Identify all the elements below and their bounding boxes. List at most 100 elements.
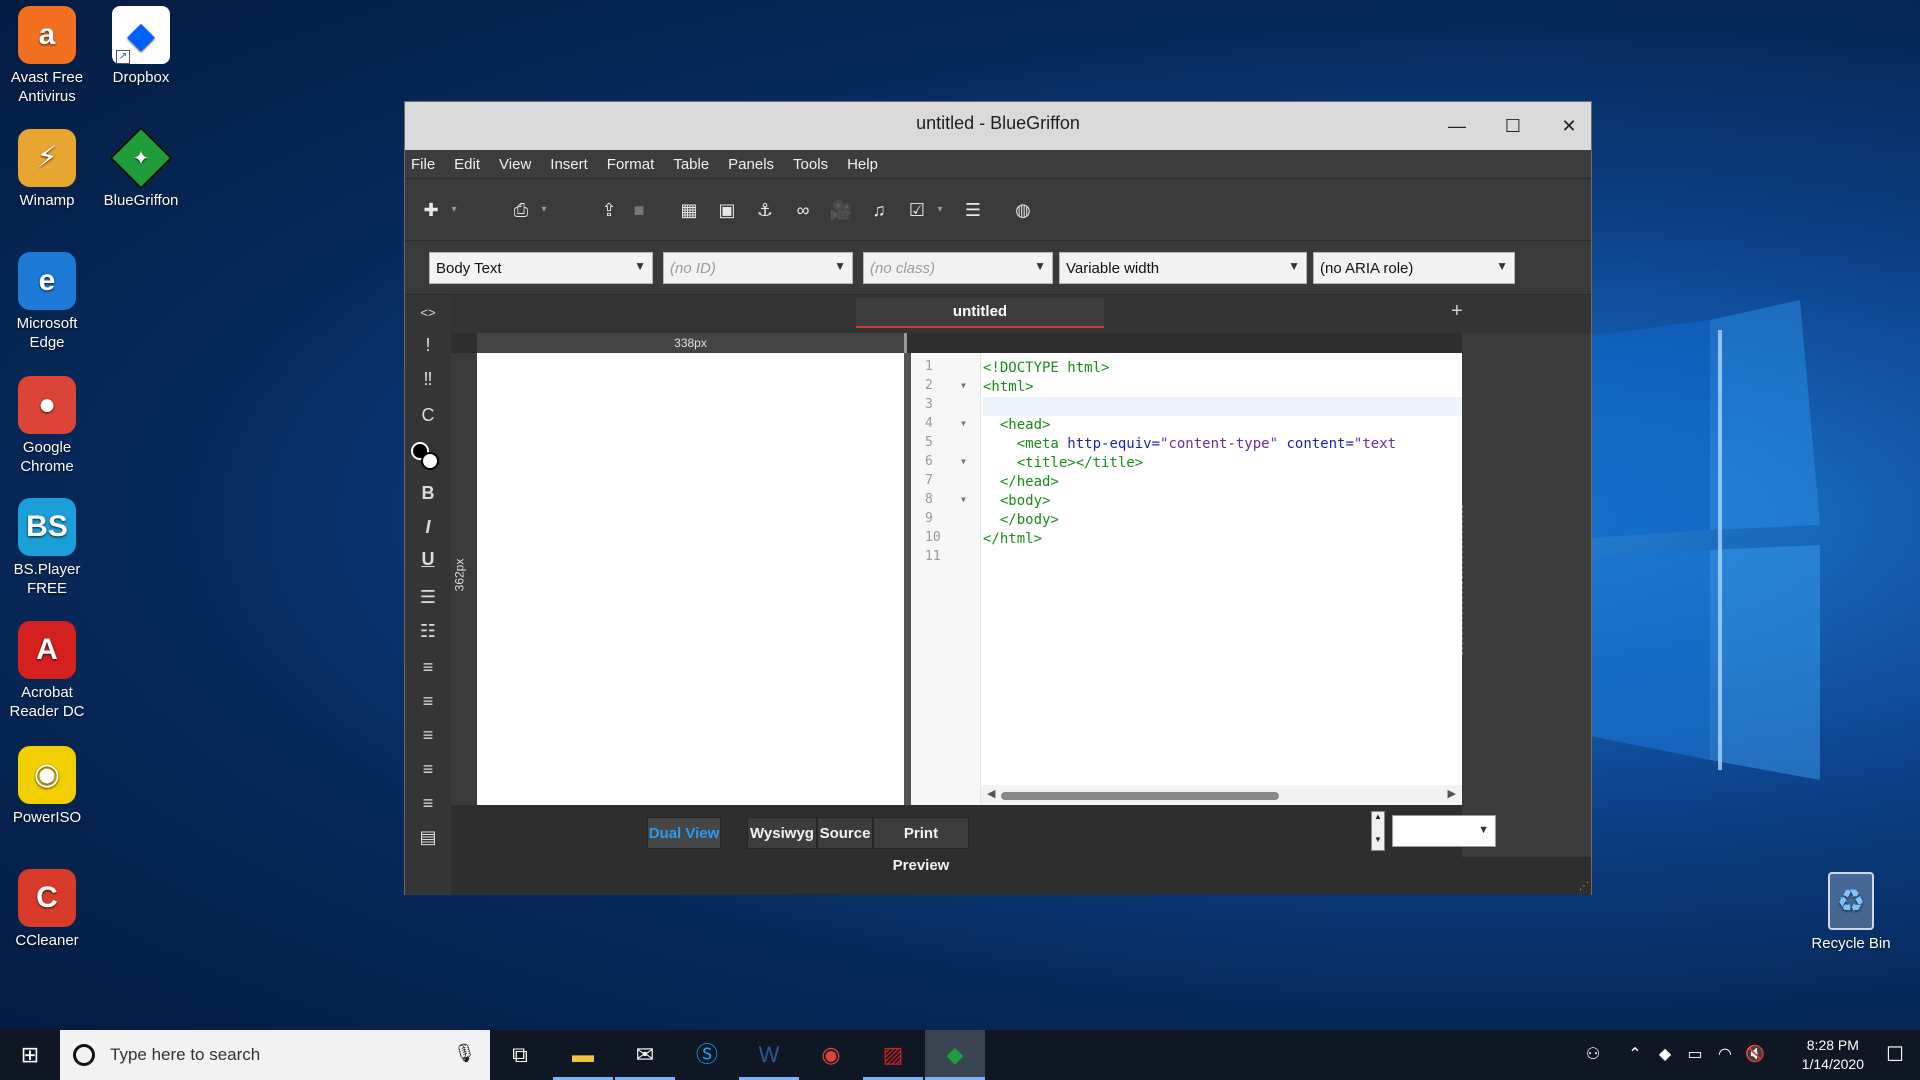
spin-up-icon[interactable]: ▲	[1372, 812, 1384, 821]
file-explorer-icon[interactable]: ▬	[553, 1030, 613, 1080]
bold-icon[interactable]: B	[405, 483, 451, 504]
microphone-icon[interactable]: 🎙	[453, 1043, 476, 1064]
panel-resize-handle[interactable]	[1462, 505, 1466, 655]
source-button[interactable]: Source	[817, 817, 873, 849]
mail-icon[interactable]: ✉	[615, 1030, 675, 1080]
menu-panels[interactable]: Panels	[728, 156, 774, 173]
align-right-icon[interactable]: ≡	[405, 691, 451, 712]
desktop-icon-ccleaner[interactable]: C CCleaner	[0, 863, 94, 950]
wysiwyg-button[interactable]: Wysiwyg	[747, 817, 817, 849]
menu-edit[interactable]: Edit	[454, 156, 480, 173]
paragraph-format-select[interactable]: Body Text ▼	[429, 252, 653, 284]
list-icon[interactable]: ☰	[961, 198, 985, 222]
maximize-button[interactable]: ☐	[1485, 102, 1541, 150]
form-dropdown-icon[interactable]: ▾	[935, 198, 945, 222]
table-icon[interactable]: ▦	[677, 198, 701, 222]
menu-view[interactable]: View	[499, 156, 531, 173]
task-view-icon[interactable]: ⧉	[490, 1030, 550, 1080]
width-select[interactable]: Variable width ▼	[1059, 252, 1307, 284]
battery-icon[interactable]: ▭	[1680, 1030, 1710, 1080]
underline-icon[interactable]: U	[405, 549, 451, 570]
double-important-icon[interactable]: ‼	[405, 369, 451, 390]
fold-arrow-icon[interactable]: ▼	[961, 495, 966, 504]
italic-icon[interactable]: I	[405, 517, 451, 538]
horizontal-scrollbar[interactable]: ◀ ▶	[981, 785, 1462, 805]
resize-grip-icon[interactable]: ⋰	[1579, 881, 1589, 892]
tab-untitled[interactable]: untitled	[856, 298, 1104, 328]
word-icon[interactable]: W	[739, 1030, 799, 1080]
save-icon[interactable]: ⎙	[509, 198, 533, 222]
spin-down-icon[interactable]: ▼	[1372, 835, 1384, 844]
dual-view-button[interactable]: Dual View	[647, 817, 721, 849]
stop-icon[interactable]: ■	[627, 198, 651, 222]
desktop-icon-recycle-bin[interactable]: ♻ Recycle Bin	[1804, 866, 1898, 953]
fold-arrow-icon[interactable]: ▼	[961, 457, 966, 466]
chrome-icon[interactable]: ◉	[801, 1030, 861, 1080]
zoom-spinner[interactable]: ▲ ▼	[1371, 811, 1385, 851]
align-justify-icon[interactable]: ≡	[405, 793, 451, 814]
close-button[interactable]: ✕	[1541, 102, 1597, 150]
globe-icon[interactable]: ◍	[1011, 198, 1035, 222]
new-icon[interactable]: ✚	[419, 198, 443, 222]
video-icon[interactable]: 🎥	[829, 198, 853, 222]
taskbar-search-box[interactable]: Type here to search 🎙	[60, 1030, 490, 1080]
desktop-icon-poweriso[interactable]: ◉ PowerISO	[0, 740, 94, 827]
desktop-icon-winamp[interactable]: ⚡ Winamp	[0, 123, 94, 210]
menu-format[interactable]: Format	[607, 156, 655, 173]
pdf-icon[interactable]: ▨	[863, 1030, 923, 1080]
justify-full-icon[interactable]: ▤	[405, 827, 451, 848]
ordered-list-icon[interactable]: ☷	[405, 621, 451, 642]
menu-file[interactable]: File	[411, 156, 435, 173]
scrollbar-thumb[interactable]	[1001, 792, 1279, 800]
fold-arrow-icon[interactable]: ▼	[961, 419, 966, 428]
desktop-icon-bluegriffon[interactable]: ✦ BlueGriffon	[94, 123, 188, 210]
id-select[interactable]: (no ID) ▼	[663, 252, 853, 284]
menu-table[interactable]: Table	[673, 156, 709, 173]
export-icon[interactable]: ⇪	[597, 198, 621, 222]
scroll-left-icon[interactable]: ◀	[987, 787, 995, 800]
view-splitter[interactable]	[904, 353, 911, 805]
people-icon[interactable]: ⚇	[1578, 1030, 1608, 1080]
menu-help[interactable]: Help	[847, 156, 878, 173]
desktop-icon-dropbox[interactable]: ◆ ↗ Dropbox	[94, 0, 188, 87]
code-style-icon[interactable]: C	[405, 405, 451, 426]
new-dropdown-icon[interactable]: ▾	[449, 198, 459, 222]
desktop-icon-edge[interactable]: e Microsoft Edge	[0, 246, 94, 352]
color-picker-icon[interactable]	[405, 442, 451, 476]
important-icon[interactable]: !	[405, 335, 451, 356]
align-left-icon[interactable]: ≡	[405, 725, 451, 746]
html-source-icon[interactable]: <>	[405, 305, 451, 320]
action-center-icon[interactable]: ☐	[1870, 1030, 1920, 1080]
skype-icon[interactable]: Ⓢ	[677, 1030, 737, 1080]
image-icon[interactable]: ▣	[715, 198, 739, 222]
title-bar[interactable]: untitled - BlueGriffon — ☐ ✕	[405, 102, 1591, 150]
desktop-icon-bsplayer[interactable]: BS BS.Player FREE	[0, 492, 94, 598]
scroll-right-icon[interactable]: ▶	[1448, 787, 1456, 800]
show-hidden-icons-icon[interactable]: ⌃	[1620, 1030, 1650, 1080]
source-editor[interactable]: 1 2 ▼ 3 4 ▼ 5 6 ▼ 7 8 ▼ 9 10 11 <!DOCTYPE ht…	[911, 353, 1462, 805]
menu-tools[interactable]: Tools	[793, 156, 828, 173]
system-clock[interactable]: 8:28 PM 1/14/2020	[1802, 1036, 1864, 1074]
minimize-button[interactable]: —	[1429, 102, 1485, 150]
aria-role-select[interactable]: (no ARIA role) ▼	[1313, 252, 1515, 284]
fold-arrow-icon[interactable]: ▼	[961, 381, 966, 390]
form-icon[interactable]: ☑	[905, 198, 929, 222]
bluegriffon-taskbar-icon[interactable]: ◆	[925, 1030, 985, 1080]
desktop-icon-chrome[interactable]: ● Google Chrome	[0, 370, 94, 476]
align-center-icon[interactable]: ≡	[405, 657, 451, 678]
audio-icon[interactable]: ♫	[867, 198, 891, 222]
unordered-list-icon[interactable]: ☰	[405, 587, 451, 608]
wysiwyg-editor[interactable]	[477, 353, 904, 805]
save-dropdown-icon[interactable]: ▾	[539, 198, 549, 222]
anchor-icon[interactable]: ⚓	[753, 198, 777, 222]
class-select[interactable]: (no class) ▼	[863, 252, 1053, 284]
desktop-icon-avast[interactable]: a Avast Free Antivirus	[0, 0, 94, 106]
print-preview-button[interactable]: Print Preview	[873, 817, 969, 874]
new-tab-button[interactable]: +	[1451, 300, 1463, 323]
code-lines[interactable]: <!DOCTYPE html> <html> <head> <meta http…	[983, 359, 1462, 568]
desktop-icon-acrobat[interactable]: A Acrobat Reader DC	[0, 615, 94, 721]
wifi-icon[interactable]: ◠	[1710, 1030, 1740, 1080]
align-center-icon[interactable]: ≡	[405, 759, 451, 780]
volume-muted-icon[interactable]: 🔇	[1740, 1030, 1770, 1080]
link-icon[interactable]: ∞	[791, 198, 815, 222]
